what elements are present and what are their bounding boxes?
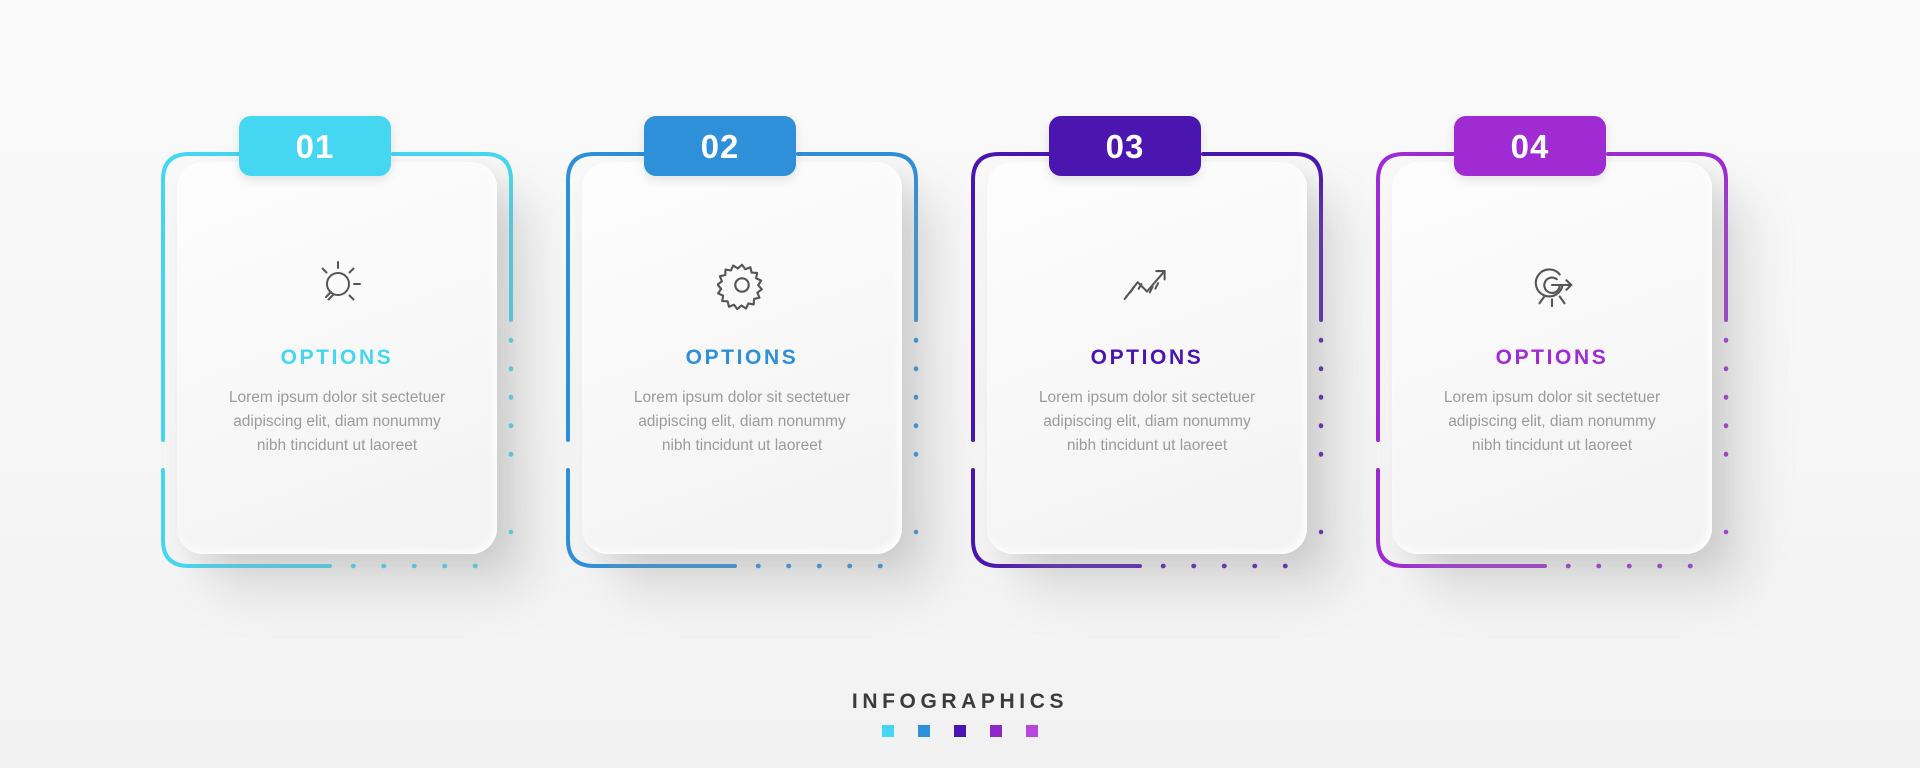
swatch-blue	[918, 725, 930, 737]
card-number-badge[interactable]: 03	[1049, 116, 1201, 176]
lightbulb-icon	[310, 258, 364, 312]
target-icon	[1525, 258, 1579, 312]
footer-title: INFOGRAPHICS	[851, 690, 1069, 713]
swatch-cyan	[882, 725, 894, 737]
card-title: OPTIONS	[1090, 346, 1204, 369]
footer: INFOGRAPHICS	[0, 690, 1920, 737]
card-01[interactable]: 01 OPTIONS Lorem ipsum dolor sit sectetu…	[155, 116, 575, 608]
card-number-label: 01	[295, 127, 335, 165]
card-03[interactable]: 03 OPTIONS Lorem ipsum dolor sit sectetu…	[965, 116, 1385, 608]
card-number-badge[interactable]: 04	[1454, 116, 1606, 176]
card-title: OPTIONS	[280, 346, 394, 369]
card-02[interactable]: 02 OPTIONS Lorem ipsum dolor sit sectetu…	[560, 116, 980, 608]
card-04[interactable]: 04 OPTIONS Lorem ipsum dolor sit sectetu…	[1370, 116, 1790, 608]
swatch-orchid	[1026, 725, 1038, 737]
card-description: Lorem ipsum dolor sit sectetuer adipisci…	[1038, 389, 1256, 454]
card-number-badge[interactable]: 01	[239, 116, 391, 176]
trending-up-icon	[1120, 258, 1174, 312]
swatch-indigo	[954, 725, 966, 737]
card-number-label: 04	[1510, 127, 1550, 165]
card-content: OPTIONS Lorem ipsum dolor sit sectetuer …	[177, 162, 497, 554]
card-content: OPTIONS Lorem ipsum dolor sit sectetuer …	[1392, 162, 1712, 554]
card-description: Lorem ipsum dolor sit sectetuer adipisci…	[228, 389, 446, 454]
card-description: Lorem ipsum dolor sit sectetuer adipisci…	[1443, 389, 1661, 454]
card-number-label: 03	[1105, 127, 1145, 165]
card-description: Lorem ipsum dolor sit sectetuer adipisci…	[633, 389, 851, 454]
card-title: OPTIONS	[685, 346, 799, 369]
infographic-canvas: 01 OPTIONS Lorem ipsum dolor sit sectetu…	[0, 0, 1920, 768]
swatch-violet	[990, 725, 1002, 737]
card-number-label: 02	[700, 127, 740, 165]
cards-row: 01 OPTIONS Lorem ipsum dolor sit sectetu…	[0, 116, 1920, 608]
card-content: OPTIONS Lorem ipsum dolor sit sectetuer …	[987, 162, 1307, 554]
card-content: OPTIONS Lorem ipsum dolor sit sectetuer …	[582, 162, 902, 554]
gear-icon	[715, 258, 769, 312]
card-number-badge[interactable]: 02	[644, 116, 796, 176]
card-title: OPTIONS	[1495, 346, 1609, 369]
footer-swatches	[0, 725, 1920, 737]
